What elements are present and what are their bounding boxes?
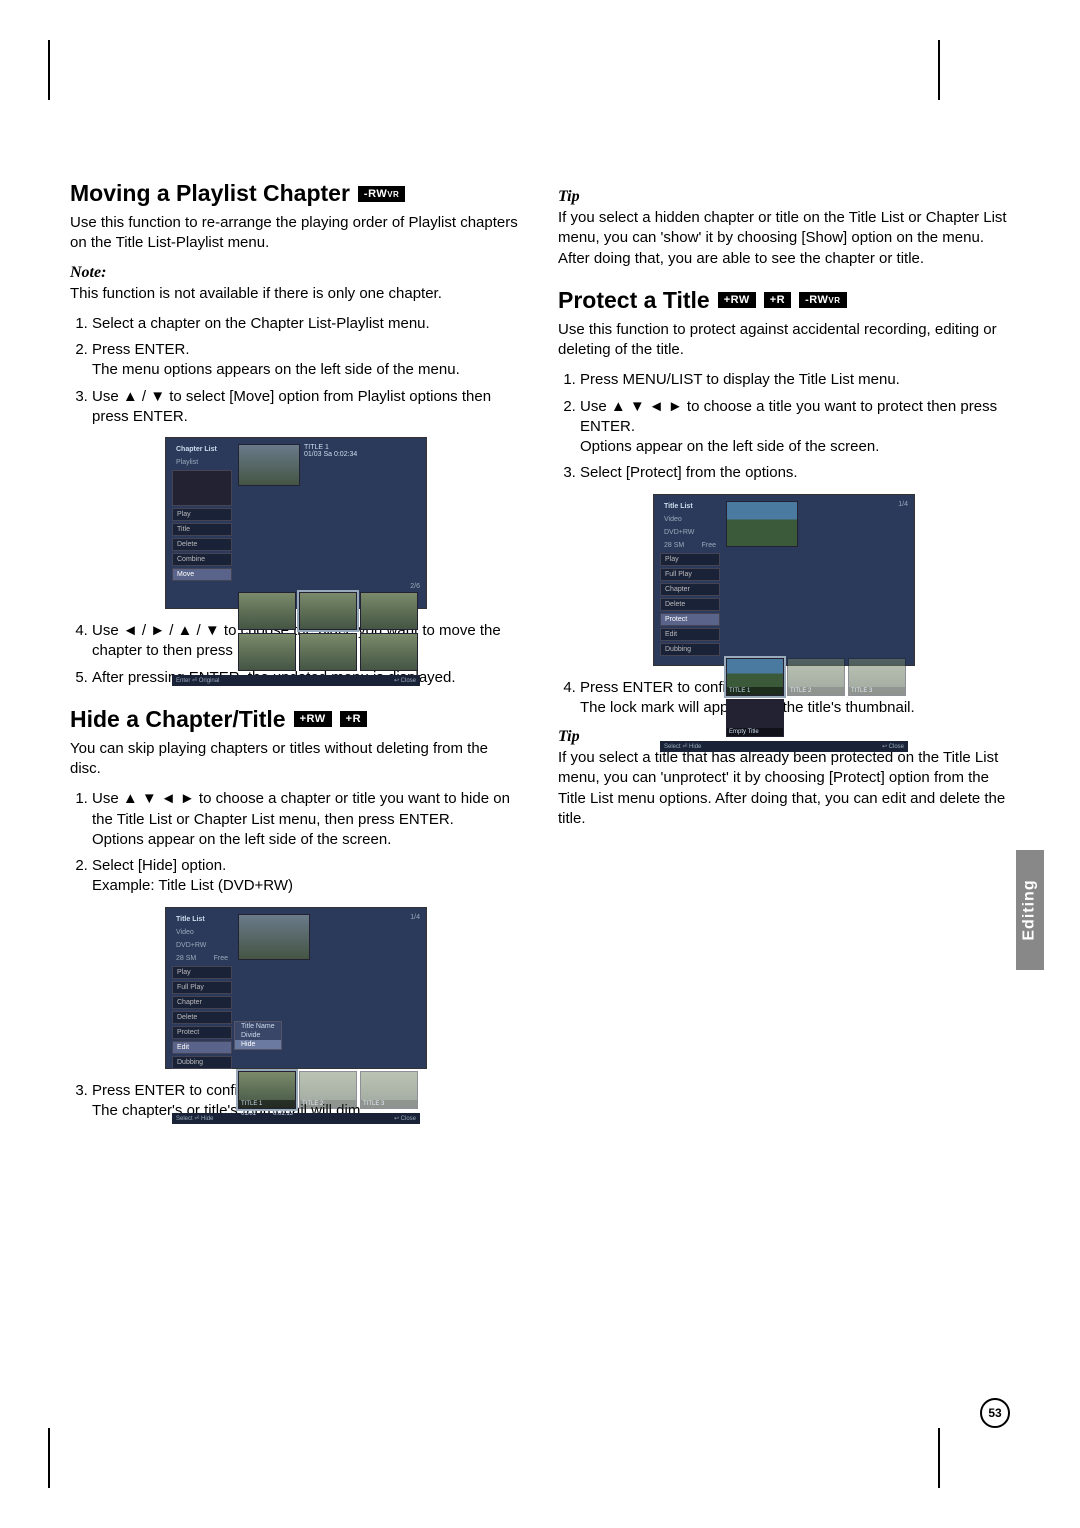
ss-menu-item: Play: [660, 553, 720, 566]
ss-menu-item: Protect: [172, 1026, 232, 1039]
step: Use ▲ / ▼ to select [Move] option from P…: [92, 387, 522, 428]
crop-mark: [938, 40, 980, 100]
heading-text: Moving a Playlist Chapter: [70, 180, 350, 207]
section-intro: You can skip playing chapters or titles …: [70, 739, 522, 780]
tip-text: If you select a title that has already b…: [558, 748, 1010, 829]
tip-label: Tip: [558, 188, 1010, 206]
section-intro: Use this function to protect against acc…: [558, 320, 1010, 361]
section-heading-protect: Protect a Title +RW +R -RWVR: [558, 287, 1010, 314]
ss-sub: Playlist: [172, 457, 232, 468]
ss-sub: Video: [172, 927, 232, 938]
ss-menu-item: Dubbing: [660, 643, 720, 656]
page-number: 53: [980, 1398, 1010, 1428]
crop-mark: [48, 40, 50, 100]
screenshot-title-list-protect: Title List Video DVD+RW 28 SMFree Play F…: [653, 494, 915, 666]
screenshot-chapter-list: Chapter List Playlist Play Title Delete …: [165, 437, 427, 609]
screenshot-title-list-hide: Title List Video DVD+RW 28 SMFree Play F…: [165, 907, 427, 1069]
note-text: This function is not available if there …: [70, 284, 522, 304]
step: Select [Protect] from the options.: [580, 463, 1010, 483]
section-tab-editing: Editing: [1016, 850, 1044, 970]
badge-plus-r: +R: [340, 711, 367, 727]
badge-plus-rw: +RW: [294, 711, 332, 727]
badge-rwvr: -RWVR: [799, 292, 846, 308]
ss-footer-right: ↩ Close: [394, 1115, 416, 1122]
ss-footer-left: Select ⏎ Hide: [664, 743, 701, 750]
ss-header: Title List: [172, 914, 232, 925]
ss-menu-item: Play: [172, 966, 232, 979]
badge-rwvr: -RWVR: [358, 186, 405, 202]
manual-page: Moving a Playlist Chapter -RWVR Use this…: [0, 0, 1080, 1528]
ss-menu-item: Full Play: [660, 568, 720, 581]
ss-menu-item: Play: [172, 508, 232, 521]
note-label: Note:: [70, 264, 522, 282]
ss-menu-item: Delete: [172, 1011, 232, 1024]
ss-menu-item: Full Play: [172, 981, 232, 994]
ss-footer-left: Select ⏎ Hide: [176, 1115, 213, 1122]
ss-footer-left: Enter ⏎ Original: [176, 677, 219, 684]
ss-menu-item: Title: [172, 523, 232, 536]
side-tab-label: Editing: [1021, 879, 1039, 940]
step: Select a chapter on the Chapter List-Pla…: [92, 314, 522, 334]
ss-menu-item: Chapter: [660, 583, 720, 596]
ss-footer-right: ↩ Close: [882, 743, 904, 750]
popup-item-hide: Hide: [235, 1040, 281, 1049]
ss-popup-edit: Title Name Divide Hide: [234, 1021, 282, 1050]
steps-list: Select a chapter on the Chapter List-Pla…: [70, 314, 522, 427]
ss-count: 2/6: [238, 583, 420, 590]
heading-text: Protect a Title: [558, 287, 710, 314]
steps-list: Press MENU/LIST to display the Title Lis…: [558, 370, 1010, 483]
ss-header: Chapter List: [172, 444, 232, 455]
badge-plus-rw: +RW: [718, 292, 756, 308]
section-heading-moving-playlist: Moving a Playlist Chapter -RWVR: [70, 180, 522, 207]
ss-menu-item: Combine: [172, 553, 232, 566]
ss-sub: Video: [660, 514, 720, 525]
ss-menu-item-edit: Edit: [172, 1041, 232, 1054]
ss-footer-right: ↩ Close: [394, 677, 416, 684]
ss-header: Title List: [660, 501, 720, 512]
section-heading-hide: Hide a Chapter/Title +RW +R: [70, 706, 522, 733]
ss-menu-item: Dubbing: [172, 1056, 232, 1069]
ss-menu-item: Edit: [660, 628, 720, 641]
ss-menu-item-protect: Protect: [660, 613, 720, 626]
popup-item: Title Name: [235, 1022, 281, 1031]
step: Use ▲ ▼ ◄ ► to choose a title you want t…: [580, 397, 1010, 458]
ss-menu-item: Chapter: [172, 996, 232, 1009]
popup-item: Divide: [235, 1031, 281, 1040]
ss-menu-item: Delete: [172, 538, 232, 551]
right-column: Tip If you select a hidden chapter or ti…: [558, 180, 1010, 1131]
section-intro: Use this function to re-arrange the play…: [70, 213, 522, 254]
ss-menu-item-move: Move: [172, 568, 232, 581]
step: Use ▲ ▼ ◄ ► to choose a chapter or title…: [92, 789, 522, 850]
ss-disc: DVD+RW: [172, 940, 232, 951]
step: Press MENU/LIST to display the Title Lis…: [580, 370, 1010, 390]
steps-list: Use ▲ ▼ ◄ ► to choose a chapter or title…: [70, 789, 522, 896]
two-column-layout: Moving a Playlist Chapter -RWVR Use this…: [70, 180, 1010, 1131]
badge-plus-r: +R: [764, 292, 791, 308]
step: Press ENTER. The menu options appears on…: [92, 340, 522, 381]
crop-mark: [48, 1428, 90, 1488]
tip-text: If you select a hidden chapter or title …: [558, 208, 1010, 269]
ss-disc: DVD+RW: [660, 527, 720, 538]
heading-text: Hide a Chapter/Title: [70, 706, 286, 733]
left-column: Moving a Playlist Chapter -RWVR Use this…: [70, 180, 522, 1131]
crop-mark: [938, 1428, 980, 1488]
ss-menu-item: Delete: [660, 598, 720, 611]
step: Select [Hide] option. Example: Title Lis…: [92, 856, 522, 897]
